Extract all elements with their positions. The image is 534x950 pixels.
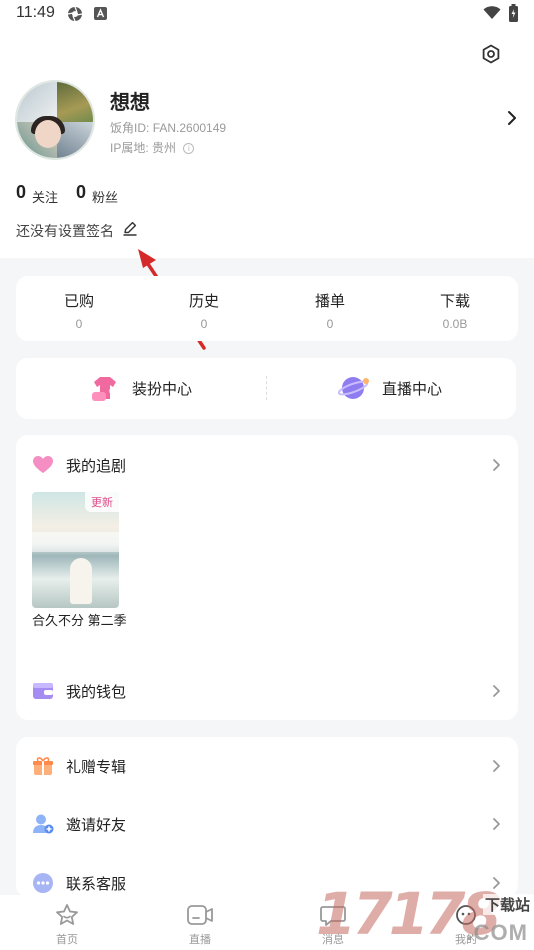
watermark-text: 下载站	[482, 894, 532, 915]
live-icon	[187, 905, 213, 925]
heart-icon	[33, 456, 53, 473]
center-label: 直播中心	[382, 381, 443, 398]
poster-figures	[70, 558, 92, 604]
stat-value: 0.0B	[442, 317, 468, 331]
stat-label: 历史	[188, 293, 219, 310]
stat-value: 0	[200, 317, 208, 331]
live-center-button[interactable]: 直播中心	[338, 358, 442, 419]
profile-chevron-right-icon[interactable]	[505, 110, 519, 126]
follow-label[interactable]: 关注	[32, 187, 58, 206]
battery-charging-icon	[509, 4, 518, 22]
chevron-right-icon	[493, 459, 500, 471]
watermark-domain: .COM	[466, 920, 528, 945]
dress-up-center-button[interactable]: 装扮中心	[88, 358, 192, 419]
center-label: 装扮中心	[132, 381, 193, 398]
stats-card: 已购 0 历史 0 播单 0 下载 0.0B	[16, 276, 518, 341]
username: 想想	[110, 92, 150, 114]
status-bar: 11:49	[0, 0, 534, 28]
follow-count[interactable]: 0	[16, 182, 26, 203]
customer-service-icon	[33, 873, 53, 893]
stat-label: 下载	[439, 293, 470, 310]
menu-label: 邀请好友	[66, 816, 127, 834]
gift-icon	[33, 757, 53, 775]
menu-label: 礼赠专辑	[66, 758, 127, 776]
fan-id-row: 饭角ID: FAN.2600149	[110, 119, 226, 136]
stat-history[interactable]: 历史 0	[141, 276, 267, 331]
settings-icon	[482, 44, 500, 64]
dress-up-icon	[92, 376, 116, 401]
ip-location-value: 贵州	[152, 141, 177, 155]
chevron-right-icon	[493, 818, 500, 830]
live-planet-icon	[338, 376, 369, 399]
invite-friends-row[interactable]: 邀请好友	[16, 802, 518, 846]
my-dramas-title: 我的追剧	[66, 457, 127, 475]
stat-label: 播单	[314, 293, 345, 310]
stat-value: 0	[75, 317, 83, 331]
fans-count[interactable]: 0	[76, 182, 86, 203]
stat-purchased[interactable]: 已购 0	[16, 276, 142, 331]
signature-text[interactable]: 还没有设置签名	[16, 221, 114, 241]
nav-label: 首页	[56, 934, 78, 946]
wallet-label: 我的钱包	[66, 683, 127, 701]
avatar[interactable]	[15, 80, 95, 160]
edit-pencil-icon[interactable]	[122, 220, 138, 236]
my-dramas-row[interactable]: 我的追剧	[16, 443, 518, 487]
wallet-icon	[33, 683, 53, 699]
invite-friend-icon	[33, 814, 54, 834]
watermark: 17178 下载站 .COM	[316, 880, 534, 950]
drama-poster[interactable]: 更新	[32, 492, 119, 608]
wallet-row[interactable]: 我的钱包	[16, 669, 518, 713]
update-badge: 更新	[85, 492, 119, 512]
stat-label: 已购	[63, 293, 94, 310]
chevron-right-icon	[493, 760, 500, 772]
poster-band	[32, 532, 119, 552]
nav-label: 直播	[189, 934, 211, 946]
menu-card: 礼赠专辑 邀请好友 联系客服	[16, 737, 518, 897]
stat-playlist[interactable]: 播单 0	[267, 276, 393, 331]
stat-download[interactable]: 下载 0.0B	[392, 276, 518, 331]
camera-shutter-icon	[67, 6, 83, 22]
center-card: 装扮中心 直播中心	[16, 358, 516, 419]
fan-id-value: FAN.2600149	[152, 121, 227, 135]
stat-value: 0	[326, 317, 334, 331]
a-notification-icon	[94, 7, 107, 20]
info-icon[interactable]: i	[183, 143, 195, 155]
wifi-icon	[483, 6, 501, 19]
gift-album-row[interactable]: 礼赠专辑	[16, 744, 518, 788]
ip-label: IP属地:	[110, 141, 149, 155]
settings-button[interactable]	[477, 40, 505, 68]
fan-id-label: 饭角ID:	[110, 121, 150, 135]
fans-label[interactable]: 粉丝	[92, 187, 118, 206]
ip-location-row: IP属地: 贵州 i	[110, 139, 195, 156]
nav-home[interactable]: 首页	[17, 895, 117, 950]
nav-live[interactable]: 直播	[150, 895, 250, 950]
drama-title[interactable]: 合久不分 第二季	[32, 611, 128, 631]
center-divider	[266, 376, 267, 400]
status-time: 11:49	[16, 4, 55, 21]
home-icon	[56, 904, 78, 925]
my-dramas-card: 我的追剧 更新 合久不分 第二季 我的钱包	[16, 435, 518, 720]
chevron-right-icon	[493, 685, 500, 697]
